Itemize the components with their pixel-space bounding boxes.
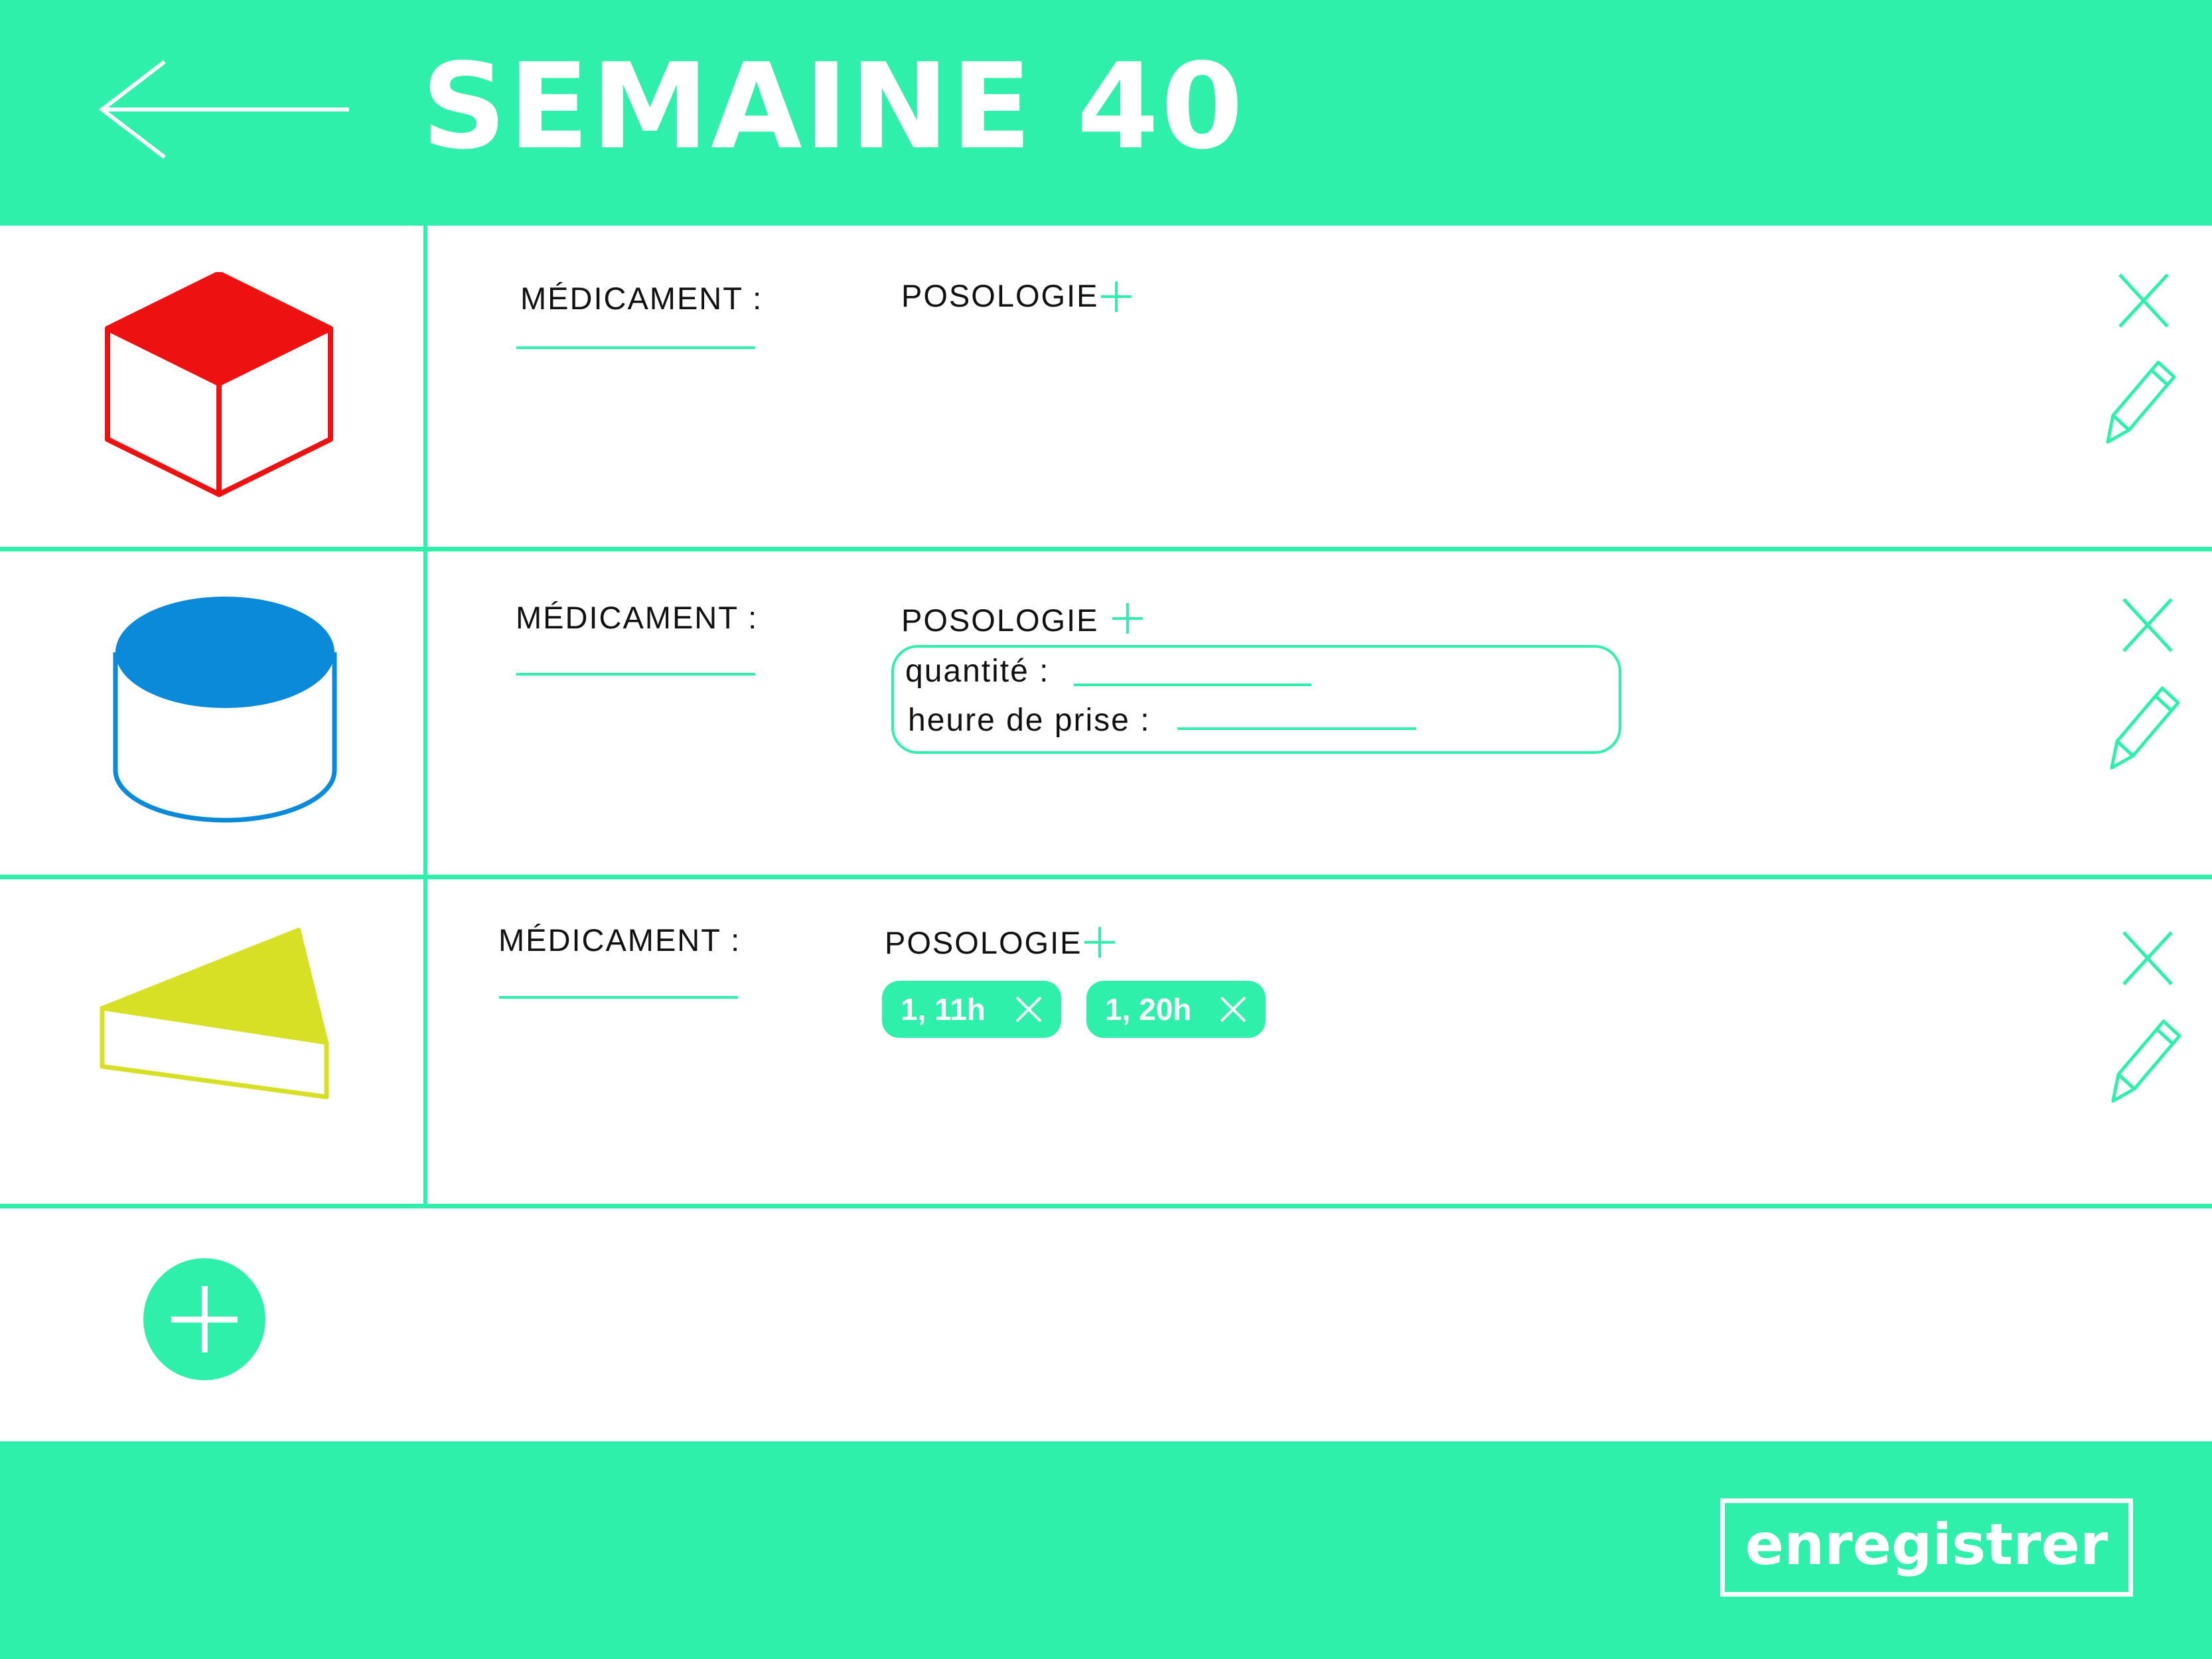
- medicament-label: MÉDICAMENT :: [520, 281, 763, 316]
- row-divider: [0, 1204, 2212, 1208]
- posologie-label: POSOLOGIE: [901, 603, 1099, 638]
- add-posologie-button[interactable]: [1101, 281, 1132, 312]
- chip-label: 1, 11h: [901, 992, 986, 1027]
- arrow-left-icon[interactable]: [93, 56, 352, 163]
- posologie-label: POSOLOGIE: [901, 278, 1099, 313]
- pencil-icon[interactable]: [2105, 358, 2178, 445]
- medicament-label: MÉDICAMENT :: [498, 922, 741, 958]
- medicament-input[interactable]: [516, 346, 755, 349]
- close-icon[interactable]: [2117, 272, 2170, 329]
- close-icon[interactable]: [1219, 995, 1247, 1023]
- quantite-label: quantité :: [905, 654, 1050, 689]
- close-icon[interactable]: [1015, 995, 1043, 1023]
- medication-row: MÉDICAMENT : POSOLOGIE 1, 11h 1, 20h: [0, 879, 2212, 1204]
- add-posologie-button[interactable]: [1112, 603, 1143, 634]
- add-medication-button[interactable]: [143, 1258, 265, 1380]
- save-button[interactable]: enregistrer: [1720, 1498, 2133, 1597]
- medicament-label: MÉDICAMENT :: [516, 600, 759, 635]
- pencil-icon[interactable]: [2109, 684, 2182, 770]
- blue-cylinder-icon: [113, 597, 337, 823]
- posologie-label: POSOLOGIE: [885, 925, 1082, 960]
- chip-label: 1, 20h: [1105, 992, 1192, 1027]
- heure-input[interactable]: [1177, 727, 1416, 730]
- medicament-input[interactable]: [516, 673, 755, 676]
- close-icon[interactable]: [2121, 597, 2174, 654]
- red-cube-icon: [105, 272, 333, 497]
- add-posologie-button[interactable]: [1084, 927, 1115, 958]
- posologie-chip[interactable]: 1, 20h: [1086, 981, 1266, 1038]
- medicament-input[interactable]: [499, 996, 738, 999]
- quantite-input[interactable]: [1074, 684, 1311, 686]
- posologie-chip[interactable]: 1, 11h: [882, 981, 1061, 1038]
- yellow-prism-icon: [100, 928, 329, 1100]
- close-icon[interactable]: [2121, 930, 2174, 987]
- medication-row: MÉDICAMENT : POSOLOGIE: [0, 226, 2212, 551]
- heure-label: heure de prise :: [908, 703, 1151, 738]
- header-bar: SEMAINE 40: [0, 0, 2212, 226]
- page-title: SEMAINE 40: [421, 38, 1246, 175]
- pencil-icon[interactable]: [2110, 1017, 2183, 1104]
